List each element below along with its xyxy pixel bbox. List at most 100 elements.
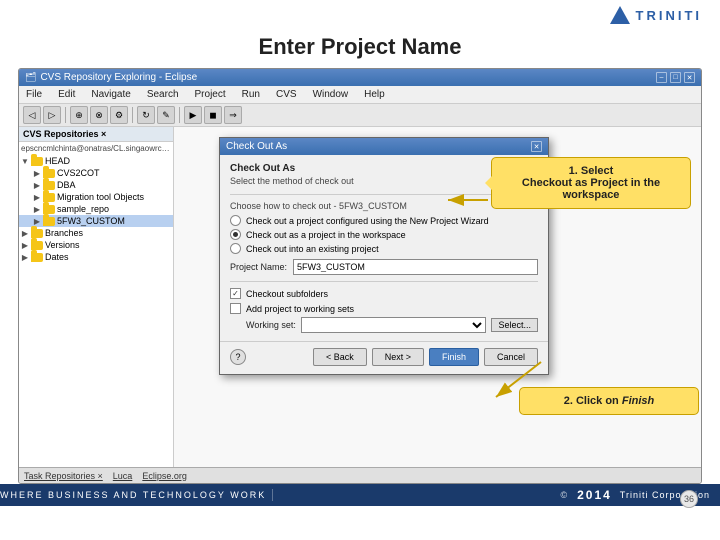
toolbar-btn-4[interactable]: ⊗ [90,106,108,124]
tree-item-versions[interactable]: ▶ Versions [19,239,173,251]
add-working-sets-label: Add project to working sets [246,304,354,314]
arrow-branches: ▶ [21,229,29,237]
tree-label-sample: sample_repo [57,204,109,214]
tree-label-dates: Dates [45,252,69,262]
radio-dot-1 [230,215,241,226]
menu-window[interactable]: Window [310,88,352,101]
folder-5fw3-icon [43,217,55,226]
arrow-5fw3: ▶ [33,217,41,225]
callout-1-arrow [443,185,493,215]
callout-1: 1. Select Checkout as Project in the wor… [491,157,691,209]
tree-item-head[interactable]: ▼ HEAD [19,155,173,167]
maximize-button[interactable]: □ [670,72,681,83]
menu-navigate[interactable]: Navigate [88,88,133,101]
next-button[interactable]: Next > [372,348,424,366]
toolbar-btn-8[interactable]: ▶ [184,106,202,124]
eclipse-title-bar: 🗂 CVS Repository Exploring - Eclipse – □… [19,69,701,86]
toolbar-btn-2[interactable]: ▷ [43,106,61,124]
help-button[interactable]: ? [230,349,246,365]
menu-edit[interactable]: Edit [55,88,78,101]
folder-head-icon [31,157,43,166]
radio-item-3[interactable]: Check out into an existing project [230,243,538,254]
page-number: 36 [680,490,698,508]
arrow-head: ▼ [21,157,29,165]
menu-run[interactable]: Run [239,88,263,101]
tree-item-sample[interactable]: ▶ sample_repo [19,203,173,215]
dialog-separator-2 [230,281,538,282]
checkout-subfolders-row[interactable]: ✓ Checkout subfolders [230,288,538,299]
folder-branches-icon [31,229,43,238]
project-name-label: Project Name: [230,262,287,272]
radio-label-1: Check out a project configured using the… [246,216,489,226]
tree-item-migration[interactable]: ▶ Migration tool Objects [19,191,173,203]
radio-label-3: Check out into an existing project [246,244,379,254]
toolbar-btn-1[interactable]: ◁ [23,106,41,124]
close-button[interactable]: ✕ [684,72,695,83]
footer-copyright: © [560,490,569,500]
finish-button[interactable]: Finish [429,348,479,366]
tree-label-cvs2cot: CVS2COT [57,168,100,178]
status-bar: Task Repositories × Luca Eclipse.org [19,467,701,483]
tree-label-head: HEAD [45,156,70,166]
menu-help[interactable]: Help [361,88,388,101]
folder-dates-icon [31,253,43,262]
toolbar-btn-9[interactable]: ◼ [204,106,222,124]
menu-search[interactable]: Search [144,88,182,101]
folder-versions-icon [31,241,43,250]
logo-area: TRINITI [610,6,703,24]
folder-dba-icon [43,181,55,190]
status-eclipse-org[interactable]: Eclipse.org [142,471,187,481]
working-set-select[interactable] [301,317,487,333]
add-working-sets-row[interactable]: Add project to working sets [230,303,538,314]
radio-dot-3 [230,243,241,254]
toolbar: ◁ ▷ ⊕ ⊗ ⚙ ↻ ✎ ▶ ◼ ⇒ [19,104,701,127]
toolbar-btn-10[interactable]: ⇒ [224,106,242,124]
dialog-title-bar: Check Out As ✕ [220,138,548,155]
working-sets-section: Add project to working sets Working set:… [230,303,538,333]
arrow-dba: ▶ [33,181,41,189]
footer: WHERE BUSINESS AND TECHNOLOGY WORK © 201… [0,484,720,506]
add-working-sets-checkbox[interactable] [230,303,241,314]
toolbar-separator-1 [65,107,66,123]
arrow-migration: ▶ [33,193,41,201]
tree-repo-url[interactable]: epscncmlchinta@onatras/CL.singaowrcorp.c… [19,142,173,155]
toolbar-btn-6[interactable]: ↻ [137,106,155,124]
callout-2-arrow [486,357,546,407]
folder-sample-icon [43,205,55,214]
back-button[interactable]: < Back [313,348,367,366]
toolbar-btn-5[interactable]: ⚙ [110,106,128,124]
checkout-subfolders-checkbox[interactable]: ✓ [230,288,241,299]
page-title: Enter Project Name [0,28,720,68]
menu-file[interactable]: File [23,88,45,101]
checkout-subfolders-label: Checkout subfolders [246,289,328,299]
eclipse-win-controls[interactable]: – □ ✕ [656,72,695,83]
select-button[interactable]: Select... [491,318,538,332]
radio-item-2[interactable]: Check out as a project in the workspace [230,229,538,240]
footer-divider [272,489,273,501]
panel-header: CVS Repositories × [19,127,173,142]
tree-item-5fw3[interactable]: ▶ 5FW3_CUSTOM [19,215,173,227]
radio-item-1[interactable]: Check out a project configured using the… [230,215,538,226]
logo-triangle-icon [610,6,630,24]
project-name-input[interactable] [293,259,538,275]
tree-label-migration: Migration tool Objects [57,192,144,202]
tree-item-cvs2cot[interactable]: ▶ CVS2COT [19,167,173,179]
minimize-button[interactable]: – [656,72,667,83]
toolbar-btn-3[interactable]: ⊕ [70,106,88,124]
status-task-repos[interactable]: Task Repositories × [24,471,103,481]
logo-text: TRINITI [636,8,703,23]
repo-url-text: epscncmlchinta@onatras/CL.singaowrcorp.c… [21,144,171,153]
working-set-row: Working set: Select... [246,317,538,333]
arrow-cvs2cot: ▶ [33,169,41,177]
arrow-dates: ▶ [21,253,29,261]
tree-item-dates[interactable]: ▶ Dates [19,251,173,263]
dialog-close-button[interactable]: ✕ [531,141,542,152]
menu-cvs[interactable]: CVS [273,88,300,101]
tree-item-dba[interactable]: ▶ DBA [19,179,173,191]
arrow-versions: ▶ [21,241,29,249]
tree-item-branches[interactable]: ▶ Branches [19,227,173,239]
eclipse-body: CVS Repositories × epscncmlchinta@onatra… [19,127,701,467]
status-luca[interactable]: Luca [113,471,133,481]
menu-project[interactable]: Project [192,88,229,101]
toolbar-btn-7[interactable]: ✎ [157,106,175,124]
